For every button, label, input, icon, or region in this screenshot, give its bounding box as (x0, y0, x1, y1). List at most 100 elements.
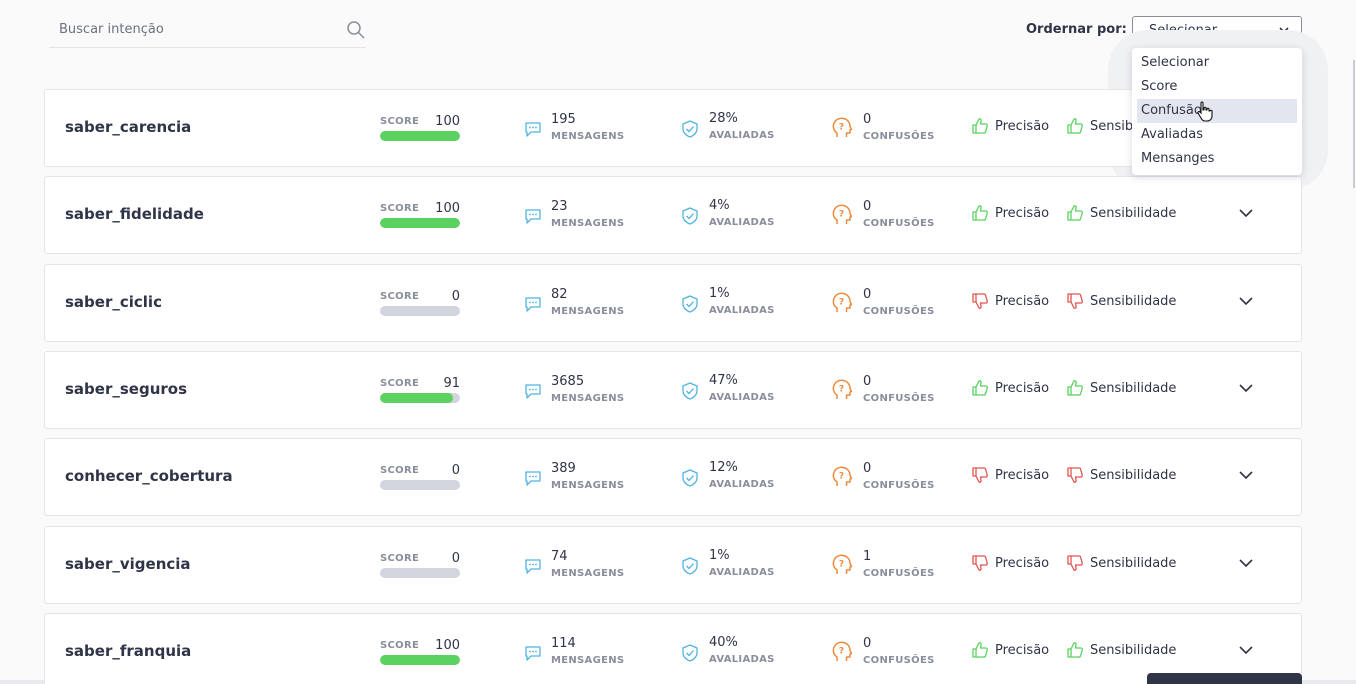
intent-name: saber_carencia (65, 118, 192, 136)
sensitivity-label: Sensibilidade (1090, 381, 1177, 396)
precision-label: Precisão (995, 381, 1050, 396)
bottom-floating-tab[interactable] (1147, 673, 1302, 684)
shield-check-icon (682, 557, 698, 575)
chevron-down-icon[interactable] (1239, 208, 1253, 218)
score-value: 100 (435, 114, 460, 129)
confusions-label: CONFUSÕES (863, 393, 935, 404)
messages-count: 114 (551, 636, 576, 651)
intent-row[interactable]: saber_seguros SCORE 91 3685 MENSAGENS 47… (44, 351, 1302, 429)
confused-head-icon: ? (832, 641, 853, 661)
scrollbar[interactable] (1353, 60, 1355, 188)
sort-option[interactable]: Selecionar (1132, 51, 1297, 75)
confusions-label: CONFUSÕES (863, 655, 935, 666)
chevron-down-icon[interactable] (1239, 558, 1253, 568)
chat-icon (525, 384, 541, 399)
chevron-down-icon[interactable] (1239, 296, 1253, 306)
sort-option[interactable]: Score (1132, 75, 1297, 99)
chat-icon (525, 471, 541, 486)
svg-text:?: ? (839, 472, 844, 482)
confused-head-icon: ? (832, 292, 853, 312)
score-value: 0 (451, 463, 460, 478)
rated-percent: 4% (709, 198, 730, 213)
precision-label: Precisão (995, 294, 1050, 309)
svg-text:?: ? (839, 298, 844, 308)
chat-icon (525, 646, 541, 661)
precision-label: Precisão (995, 206, 1050, 221)
rated-percent: 1% (709, 286, 730, 301)
search-input[interactable] (49, 14, 329, 44)
sensitivity-label: Sensibilidade (1090, 294, 1177, 309)
intent-row[interactable]: saber_franquia SCORE 100 114 MENSAGENS 4… (44, 613, 1302, 684)
rated-label: AVALIADAS (709, 217, 775, 228)
confused-head-icon: ? (832, 379, 853, 399)
svg-text:?: ? (839, 385, 844, 395)
rated-percent: 40% (709, 635, 738, 650)
score-value: 100 (435, 638, 460, 653)
intent-name: saber_fidelidade (65, 205, 204, 223)
messages-count: 82 (551, 287, 568, 302)
rated-percent: 1% (709, 548, 730, 563)
chevron-down-icon[interactable] (1239, 470, 1253, 480)
confusions-count: 0 (863, 112, 872, 127)
sort-dropdown-menu: Selecionar Score Confusão Avaliadas Mensange… (1132, 48, 1302, 175)
rated-label: AVALIADAS (709, 567, 775, 578)
score-bar (380, 218, 460, 228)
sensitivity-label: Sensibilidade (1090, 206, 1177, 221)
sensitivity-label: Sensibilidade (1090, 556, 1177, 571)
messages-label: MENSAGENS (551, 131, 625, 142)
intent-row[interactable]: saber_ciclic SCORE 0 82 MENSAGENS 1% AVA… (44, 264, 1302, 342)
confusions-count: 0 (863, 374, 872, 389)
confusions-label: CONFUSÕES (863, 306, 935, 317)
confused-head-icon: ? (832, 554, 853, 574)
chat-icon (525, 209, 541, 224)
sort-option[interactable]: Avaliadas (1132, 123, 1297, 147)
score-bar (380, 393, 460, 403)
rated-percent: 28% (709, 111, 738, 126)
confusions-count: 0 (863, 636, 872, 651)
rated-label: AVALIADAS (709, 392, 775, 403)
svg-text:?: ? (839, 560, 844, 570)
intent-row[interactable]: saber_carencia SCORE 100 195 MENSAGENS 2… (44, 89, 1302, 167)
messages-count: 195 (551, 112, 576, 127)
messages-count: 23 (551, 199, 568, 214)
rated-label: AVALIADAS (709, 479, 775, 490)
shield-check-icon (682, 644, 698, 662)
sort-option[interactable]: Confusão (1137, 99, 1297, 123)
confusions-count: 1 (863, 549, 872, 564)
intent-row[interactable]: saber_fidelidade SCORE 100 23 MENSAGENS … (44, 176, 1302, 254)
messages-count: 389 (551, 461, 576, 476)
chat-icon (525, 559, 541, 574)
score-bar (380, 480, 460, 490)
rated-label: AVALIADAS (709, 305, 775, 316)
shield-check-icon (682, 295, 698, 313)
confusions-count: 0 (863, 461, 872, 476)
score-value: 0 (451, 289, 460, 304)
sensitivity-label: Sensibilidade (1090, 468, 1177, 483)
hand-cursor-icon (1197, 101, 1213, 122)
sort-option[interactable]: Mensanges (1132, 147, 1297, 171)
messages-label: MENSAGENS (551, 655, 625, 666)
messages-count: 74 (551, 549, 568, 564)
search-box (49, 14, 366, 48)
svg-text:?: ? (839, 123, 844, 133)
messages-count: 3685 (551, 374, 585, 389)
rated-percent: 47% (709, 373, 738, 388)
confusions-label: CONFUSÕES (863, 218, 935, 229)
precision-label: Precisão (995, 643, 1050, 658)
chevron-down-icon[interactable] (1239, 383, 1253, 393)
intent-name: conhecer_cobertura (65, 467, 233, 485)
rated-label: AVALIADAS (709, 130, 775, 141)
score-bar (380, 568, 460, 578)
score-bar (380, 131, 460, 141)
rated-label: AVALIADAS (709, 654, 775, 665)
intent-row[interactable]: saber_vigencia SCORE 0 74 MENSAGENS 1% A… (44, 526, 1302, 604)
chevron-down-icon[interactable] (1239, 645, 1253, 655)
sort-label: Ordernar por: (1026, 22, 1127, 37)
precision-label: Precisão (995, 119, 1050, 134)
confused-head-icon: ? (832, 204, 853, 224)
intent-name: saber_franquia (65, 642, 192, 660)
intent-row[interactable]: conhecer_cobertura SCORE 0 389 MENSAGENS… (44, 438, 1302, 516)
confused-head-icon: ? (832, 466, 853, 486)
score-bar (380, 655, 460, 665)
search-icon[interactable] (346, 20, 366, 40)
